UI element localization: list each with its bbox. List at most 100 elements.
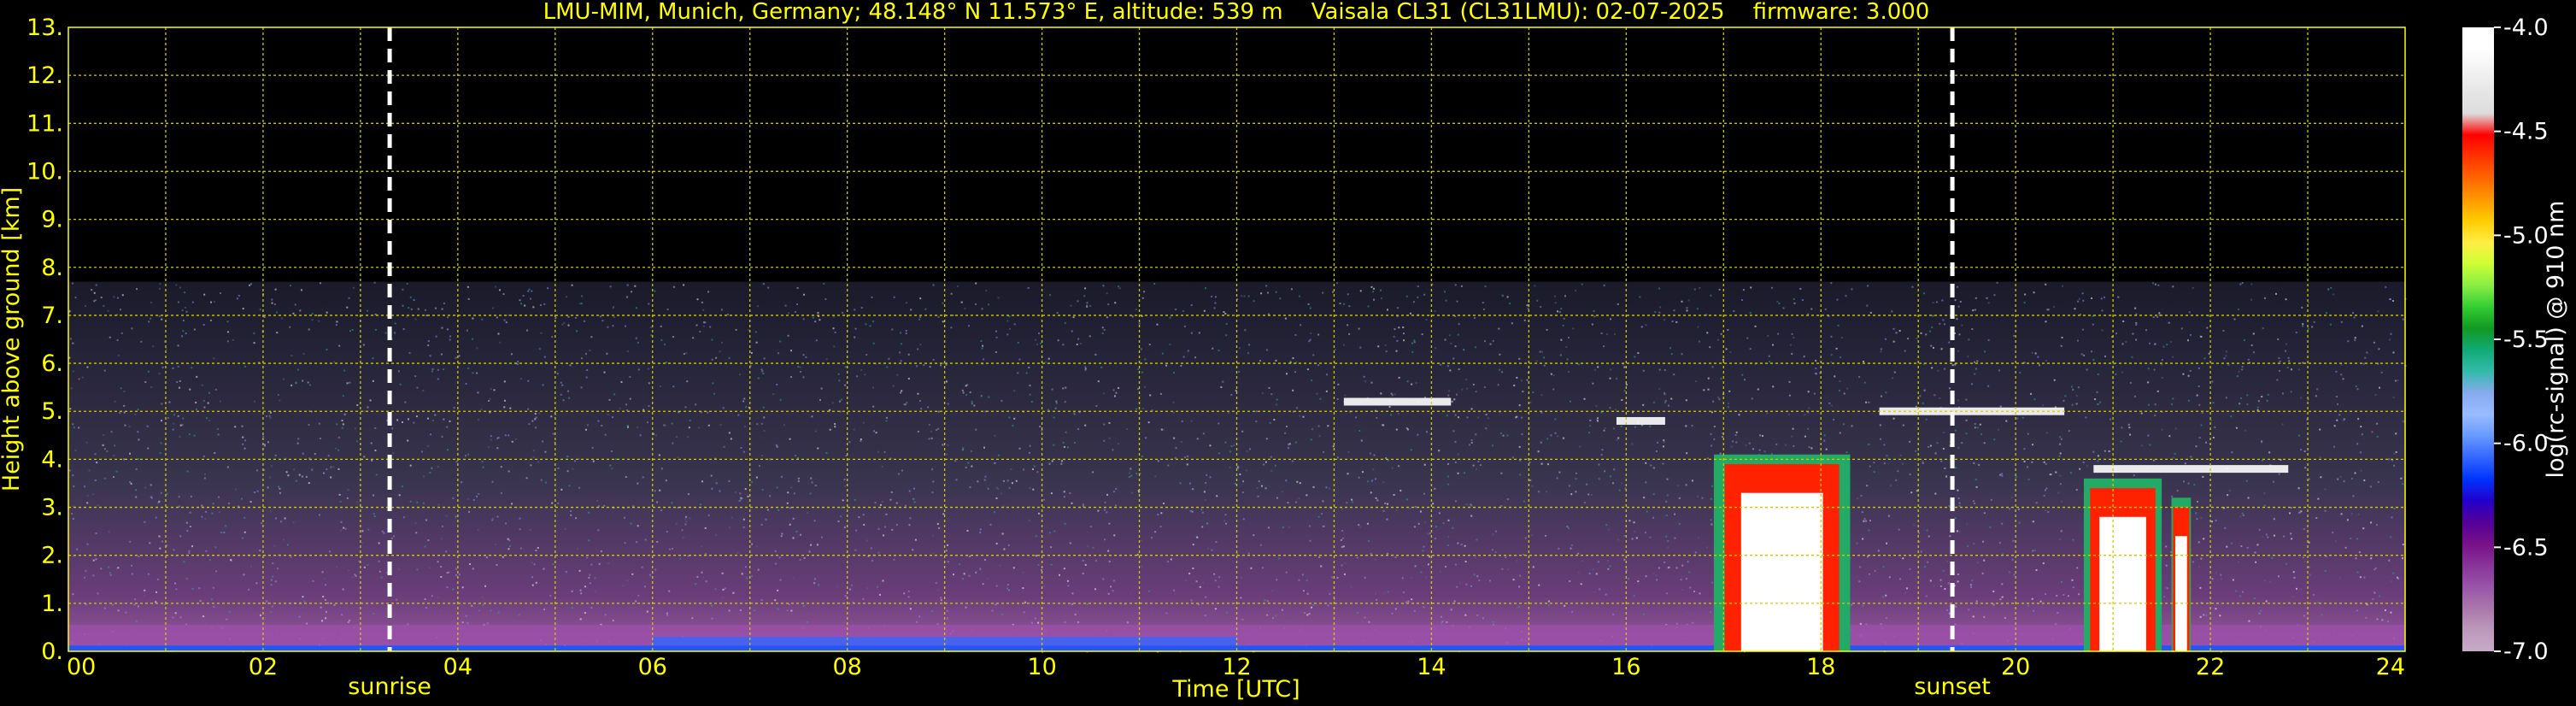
- signal-speckle: [1513, 384, 1516, 386]
- signal-speckle: [940, 599, 942, 602]
- signal-speckle: [1030, 401, 1033, 403]
- signal-speckle: [607, 326, 609, 328]
- signal-speckle: [1435, 526, 1438, 528]
- signal-speckle: [701, 545, 703, 548]
- signal-speckle: [253, 342, 255, 344]
- signal-speckle: [1710, 611, 1712, 614]
- signal-speckle: [626, 350, 629, 353]
- signal-speckle: [2063, 399, 2065, 402]
- signal-speckle: [947, 561, 949, 563]
- signal-speckle: [630, 522, 632, 525]
- signal-speckle: [2273, 518, 2275, 521]
- signal-speckle: [2377, 480, 2379, 483]
- signal-speckle: [2356, 571, 2359, 574]
- signal-speckle: [2254, 551, 2256, 554]
- signal-speckle: [1207, 547, 1210, 550]
- signal-speckle: [102, 444, 104, 446]
- signal-speckle: [547, 287, 549, 290]
- signal-speckle: [1037, 512, 1040, 515]
- signal-speckle: [272, 562, 274, 565]
- signal-speckle: [92, 559, 95, 562]
- signal-speckle: [1223, 311, 1225, 314]
- signal-speckle: [165, 348, 167, 350]
- signal-speckle: [550, 415, 553, 418]
- signal-speckle: [805, 356, 807, 358]
- signal-speckle: [854, 309, 856, 311]
- signal-speckle: [650, 327, 653, 329]
- signal-speckle: [383, 532, 385, 534]
- signal-speckle: [1793, 302, 1796, 304]
- signal-speckle: [289, 285, 291, 287]
- signal-speckle: [962, 391, 965, 394]
- signal-speckle: [2189, 333, 2192, 336]
- signal-speckle: [2313, 321, 2315, 323]
- signal-speckle: [1306, 494, 1308, 497]
- signal-speckle: [236, 297, 238, 300]
- signal-speckle: [869, 325, 871, 327]
- signal-speckle: [760, 599, 763, 602]
- signal-speckle: [1250, 567, 1253, 569]
- signal-speckle: [1474, 316, 1476, 319]
- signal-speckle: [1666, 592, 1669, 595]
- signal-speckle: [1298, 579, 1300, 581]
- signal-speckle: [786, 502, 789, 504]
- signal-speckle: [1172, 411, 1175, 414]
- signal-speckle: [363, 410, 366, 413]
- signal-speckle: [777, 608, 779, 610]
- signal-speckle: [1423, 463, 1426, 466]
- signal-speckle: [232, 338, 234, 341]
- signal-speckle: [983, 446, 986, 449]
- signal-speckle: [1543, 356, 1546, 359]
- signal-speckle: [1419, 510, 1422, 513]
- signal-speckle: [137, 605, 139, 608]
- signal-speckle: [183, 561, 185, 563]
- signal-speckle: [1712, 400, 1715, 403]
- signal-speckle: [1559, 354, 1562, 356]
- signal-speckle: [2208, 352, 2210, 355]
- signal-speckle: [1429, 556, 1431, 558]
- signal-speckle: [1410, 576, 1412, 579]
- signal-speckle: [161, 403, 163, 405]
- signal-speckle: [728, 432, 731, 434]
- signal-speckle: [629, 397, 631, 400]
- signal-speckle: [1027, 286, 1030, 289]
- signal-speckle: [1593, 591, 1596, 593]
- signal-speckle: [2402, 318, 2404, 321]
- signal-speckle: [917, 348, 919, 350]
- signal-speckle: [117, 567, 120, 569]
- signal-speckle: [601, 320, 604, 322]
- colorbar-tick-label: -4.5: [2503, 119, 2549, 145]
- signal-speckle: [1198, 332, 1200, 334]
- signal-speckle: [719, 490, 721, 492]
- signal-speckle: [1516, 415, 1518, 418]
- signal-speckle: [1377, 345, 1380, 348]
- signal-speckle: [2187, 399, 2190, 402]
- signal-speckle: [742, 400, 745, 403]
- signal-speckle: [2045, 359, 2047, 362]
- signal-speckle: [2060, 530, 2063, 532]
- signal-speckle: [2214, 426, 2216, 428]
- signal-speckle: [2196, 518, 2198, 521]
- signal-speckle: [1983, 442, 1986, 444]
- signal-speckle: [1483, 386, 1486, 389]
- signal-speckle: [947, 403, 949, 405]
- signal-speckle: [201, 515, 203, 518]
- signal-speckle: [485, 556, 488, 559]
- signal-speckle: [890, 491, 893, 493]
- signal-speckle: [590, 336, 593, 338]
- signal-speckle: [950, 327, 953, 329]
- signal-speckle: [905, 332, 907, 335]
- signal-speckle: [2340, 513, 2343, 515]
- signal-speckle: [1476, 575, 1479, 578]
- signal-speckle: [1710, 523, 1713, 526]
- signal-speckle: [1519, 459, 1522, 462]
- signal-speckle: [1485, 427, 1488, 430]
- signal-speckle: [2172, 285, 2174, 288]
- signal-speckle: [103, 305, 105, 308]
- signal-speckle: [2402, 483, 2404, 485]
- signal-speckle: [1541, 350, 1544, 353]
- signal-speckle: [373, 613, 375, 615]
- signal-speckle: [78, 427, 80, 429]
- signal-speckle: [1464, 544, 1466, 547]
- signal-speckle: [1325, 486, 1328, 489]
